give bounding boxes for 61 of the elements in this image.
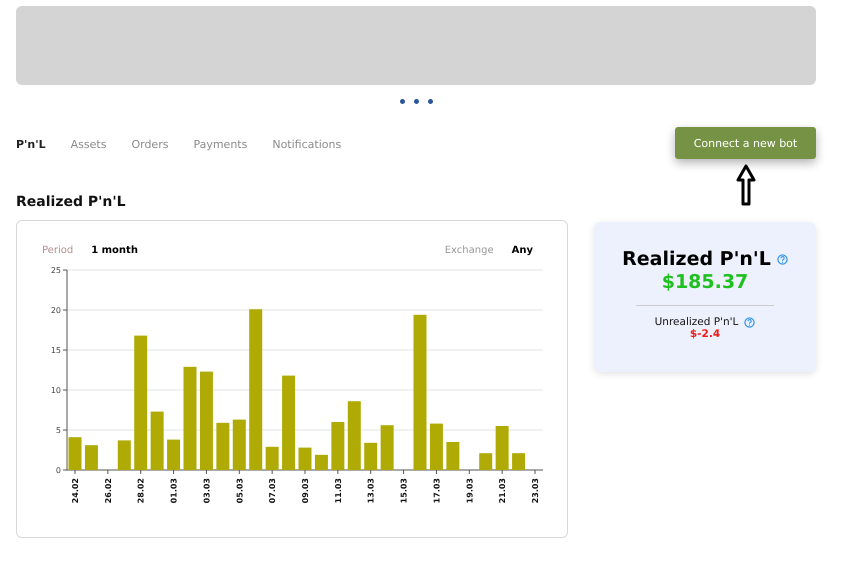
bar: [298, 448, 312, 470]
tab[interactable]: Orders: [131, 138, 168, 151]
x-tick-label: 13.03: [366, 478, 376, 504]
tab[interactable]: Payments: [193, 138, 248, 151]
help-icon[interactable]: [744, 316, 756, 328]
bar: [380, 425, 394, 470]
filter-dropdown[interactable]: Any: [512, 245, 533, 256]
filter-label: Period: [42, 245, 74, 256]
bar: [216, 422, 230, 470]
y-tick-label: 10: [50, 386, 61, 395]
section-title: Realized P'n'L: [16, 194, 127, 210]
up-arrow-icon: [736, 164, 756, 206]
bar: [364, 442, 378, 470]
bar: [150, 412, 164, 470]
y-tick-label: 5: [56, 426, 61, 435]
tab[interactable]: P'n'L: [16, 138, 46, 151]
x-tick-label: 15.03: [400, 478, 409, 504]
x-tick-label: 09.03: [301, 478, 310, 504]
bar: [430, 424, 443, 470]
x-tick-label: 26.02: [104, 478, 113, 504]
bar: [496, 426, 509, 470]
bar: [314, 454, 328, 470]
x-tick-label: 23.03: [531, 478, 540, 504]
x-tick-label: 24.02: [71, 478, 80, 504]
tab[interactable]: Notifications: [272, 138, 342, 151]
help-icon[interactable]: [776, 254, 788, 264]
bar: [118, 440, 131, 470]
bar: [167, 440, 180, 470]
unrealized-label: Unrealized P'n'L: [654, 316, 738, 328]
connect-bot-button[interactable]: Connect a new bot: [675, 127, 816, 159]
x-tick-label: 17.03: [432, 478, 442, 504]
pager-dot[interactable]: [414, 99, 418, 104]
x-tick-label: 05.03: [235, 478, 244, 504]
filter-label: Exchange: [444, 245, 494, 256]
tab[interactable]: Assets: [70, 138, 106, 151]
x-tick-label: 19.03: [465, 478, 474, 504]
x-tick-label: 01.03: [170, 478, 179, 504]
x-tick-label: 11.03: [334, 478, 343, 504]
x-tick-label: 07.03: [268, 478, 278, 504]
bar: [348, 401, 361, 470]
bar: [479, 453, 492, 470]
bar: [331, 422, 344, 470]
y-tick-label: 25: [50, 266, 61, 275]
pager-dot[interactable]: [400, 99, 404, 104]
unrealized-value: $-2.4: [690, 328, 720, 340]
filter-dropdown[interactable]: 1 month: [91, 245, 138, 256]
y-tick-label: 20: [50, 306, 61, 315]
y-tick-label: 15: [50, 346, 61, 355]
bar: [232, 420, 246, 470]
bar: [68, 437, 82, 470]
bar: [446, 442, 460, 470]
bar: [512, 453, 526, 470]
pager-dot[interactable]: [428, 99, 432, 104]
realized-value: $185.37: [662, 271, 748, 293]
bar: [266, 446, 279, 470]
x-tick-label: 03.03: [202, 478, 212, 504]
x-tick-label: 28.02: [136, 478, 146, 504]
summary-title: Realized P'n'L: [622, 248, 771, 270]
y-tick-label: 0: [56, 466, 61, 475]
x-tick-label: 21.03: [498, 478, 508, 504]
bar: [84, 445, 98, 470]
